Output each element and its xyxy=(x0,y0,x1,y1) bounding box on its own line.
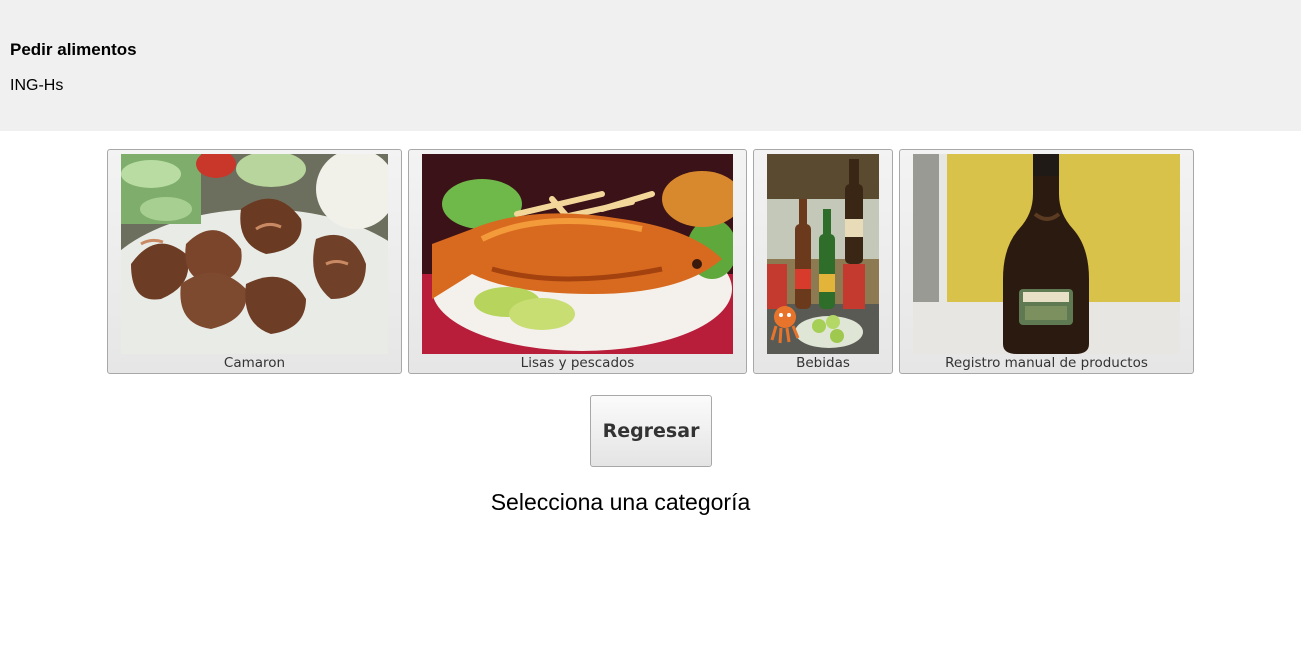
category-tile-lisas-y-pescados[interactable]: Lisas y pescados xyxy=(408,149,747,374)
back-button[interactable]: Regresar xyxy=(590,395,712,467)
beer-bottles-image xyxy=(767,154,879,354)
page-subtitle: ING-Hs xyxy=(10,77,64,94)
category-label: Registro manual de productos xyxy=(945,355,1148,371)
category-label: Lisas y pescados xyxy=(520,355,635,371)
baileys-bottle-image xyxy=(913,154,1180,354)
category-label: Bebidas xyxy=(796,355,850,371)
select-category-prompt: Selecciona una categoría xyxy=(490,489,751,515)
page-title: Pedir alimentos xyxy=(10,40,137,59)
category-tile-camaron[interactable]: Camaron xyxy=(107,149,402,374)
grilled-shrimp-image xyxy=(121,154,388,354)
fried-fish-image xyxy=(422,154,733,354)
page-header: Pedir alimentos ING-Hs xyxy=(0,0,1301,131)
category-tile-bebidas[interactable]: Bebidas xyxy=(753,149,893,374)
category-label: Camaron xyxy=(223,355,286,371)
category-tile-registro-manual[interactable]: Registro manual de productos xyxy=(899,149,1194,374)
